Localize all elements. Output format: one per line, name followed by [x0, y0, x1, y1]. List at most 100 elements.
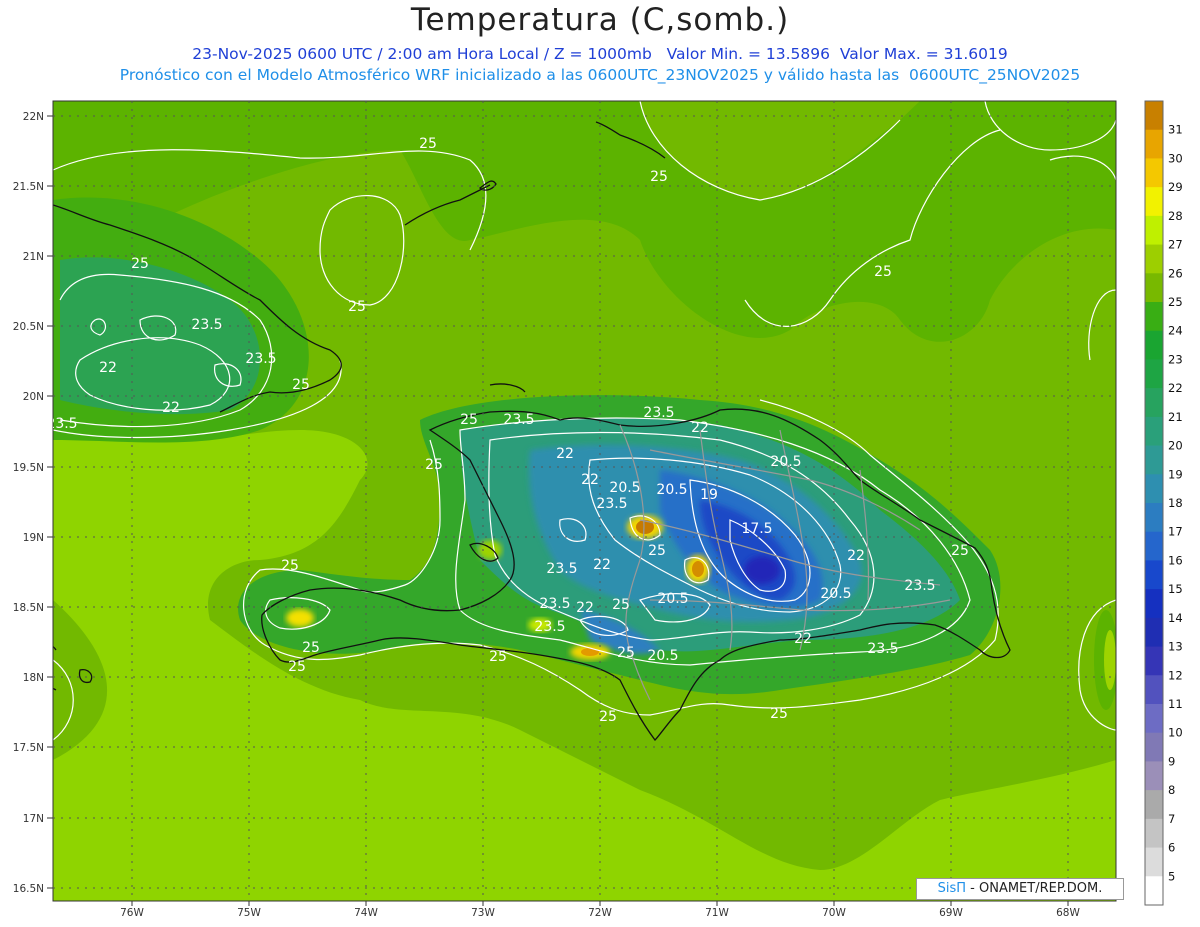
colorbar-swatch	[1145, 732, 1163, 762]
contour-label: 25	[617, 645, 635, 661]
lon-label: 72W	[588, 907, 612, 919]
contour-label: 25	[951, 543, 969, 559]
contour-label: 25	[489, 649, 507, 665]
sis-logo-text: SisΠ	[937, 881, 967, 896]
colorbar-label: 19	[1168, 467, 1183, 481]
lat-label: 22N	[23, 111, 44, 123]
contour-label: 17.5	[741, 521, 772, 537]
colorbar-swatch	[1145, 704, 1163, 734]
colorbar-label: 28	[1168, 209, 1183, 223]
lon-label: 69W	[939, 907, 963, 919]
colorbar-swatch	[1145, 503, 1163, 533]
colorbar: 5 6 7 8 9 10 11 12 13 14 15 16 17 18 19 20 21 22 23 24 25 26 2…	[1144, 100, 1183, 906]
colorbar-label: 27	[1168, 238, 1183, 252]
colorbar-swatch	[1145, 560, 1163, 590]
contour-label: 25	[599, 709, 617, 725]
lon-label: 76W	[120, 907, 144, 919]
contour-label: 20.5	[656, 482, 687, 498]
contour-label: 22	[99, 360, 117, 376]
contour-label: 25	[302, 640, 320, 656]
contour-label: 20.5	[609, 480, 640, 496]
colorbar-swatch	[1145, 244, 1163, 274]
credit-text: - ONAMET/REP.DOM.	[966, 881, 1103, 896]
colorbar-swatch	[1145, 646, 1163, 676]
temperature-map: 22N 21.5N 21N 20.5N 20N 19.5N 19N 18.5N …	[13, 100, 1183, 919]
contour-label: 25	[460, 412, 478, 428]
lon-label: 74W	[354, 907, 378, 919]
lat-label: 18.5N	[13, 602, 44, 614]
colorbar-label: 25	[1168, 295, 1183, 309]
colorbar-swatch	[1145, 589, 1163, 619]
valid-time-line: 23-Nov-2025 0600 UTC / 2:00 am Hora Loca…	[192, 45, 1008, 63]
contour-label: 25	[612, 597, 630, 613]
contour-label: 23.5	[643, 405, 674, 421]
colorbar-label: 8	[1168, 783, 1175, 797]
colorbar-swatch	[1145, 617, 1163, 648]
contour-label: 25	[419, 136, 437, 152]
colorbar-label: 21	[1168, 410, 1183, 424]
colorbar-label: 31	[1168, 123, 1183, 137]
colorbar-swatch	[1145, 388, 1163, 418]
contour-label: 23.5	[546, 561, 577, 577]
hot-spot-4	[286, 609, 314, 627]
colorbar-label: 22	[1168, 381, 1183, 395]
contour-label: 23.5	[539, 596, 570, 612]
lat-label: 19.5N	[13, 462, 44, 474]
contour-label: 25	[650, 169, 668, 185]
lat-label: 17.5N	[13, 742, 44, 754]
contour-label: 22	[847, 548, 865, 564]
colorbar-swatch	[1145, 273, 1163, 303]
lon-label: 75W	[237, 907, 261, 919]
colorbar-swatch	[1145, 445, 1163, 475]
colorbar-label: 29	[1168, 180, 1183, 194]
credit-box: SisΠ - ONAMET/REP.DOM.	[916, 878, 1124, 900]
lon-label: 73W	[471, 907, 495, 919]
colorbar-swatch	[1145, 129, 1163, 159]
colorbar-label: 23	[1168, 352, 1183, 366]
colorbar-label: 7	[1168, 812, 1175, 826]
longitude-labels: 76W 75W 74W 73W 72W 71W 70W 69W 68W	[120, 907, 1080, 919]
colorbar-label: 18	[1168, 496, 1183, 510]
colorbar-swatch	[1145, 761, 1163, 791]
colorbar-swatch	[1145, 790, 1163, 820]
contour-label: 23.5	[46, 416, 77, 432]
lat-label: 19N	[23, 532, 44, 544]
contour-label: 23.5	[534, 619, 565, 635]
contour-label: 19	[700, 487, 718, 503]
colorbar-swatch	[1145, 876, 1163, 906]
contour-label: 23.5	[245, 351, 276, 367]
lat-label: 20.5N	[13, 321, 44, 333]
contour-label: 22	[576, 600, 594, 616]
contour-label: 23.5	[904, 578, 935, 594]
lat-label: 20N	[23, 391, 44, 403]
colorbar-label: 9	[1168, 754, 1175, 768]
colorbar-label: 6	[1168, 841, 1175, 855]
colorbar-swatch	[1145, 101, 1163, 131]
colorbar-label: 13	[1168, 640, 1183, 654]
contour-label: 25	[288, 659, 306, 675]
contour-label: 22	[691, 420, 709, 436]
colorbar-swatch	[1145, 302, 1163, 332]
contour-label: 25	[292, 377, 310, 393]
contour-label: 22	[556, 446, 574, 462]
contour-label: 25	[874, 264, 892, 280]
colorbar-swatch	[1145, 330, 1163, 360]
contour-label: 25	[348, 299, 366, 315]
colorbar-label: 15	[1168, 582, 1183, 596]
contour-label: 25	[281, 558, 299, 574]
contour-label: 25	[770, 706, 788, 722]
contour-label: 22	[794, 631, 812, 647]
model-run-line: Pronóstico con el Modelo Atmosférico WRF…	[119, 66, 1081, 84]
lat-label: 21.5N	[13, 181, 44, 193]
contour-label: 20.5	[770, 454, 801, 470]
lon-label: 68W	[1056, 907, 1080, 919]
lat-label: 17N	[23, 813, 44, 825]
lon-label: 71W	[705, 907, 729, 919]
contour-label: 23.5	[867, 641, 898, 657]
colorbar-label: 17	[1168, 525, 1183, 539]
latitude-labels: 22N 21.5N 21N 20.5N 20N 19.5N 19N 18.5N …	[13, 111, 44, 895]
colorbar-swatch	[1145, 416, 1163, 447]
colorbar-label: 5	[1168, 869, 1175, 883]
colorbar-swatch	[1145, 158, 1163, 188]
contour-label: 23.5	[596, 496, 627, 512]
